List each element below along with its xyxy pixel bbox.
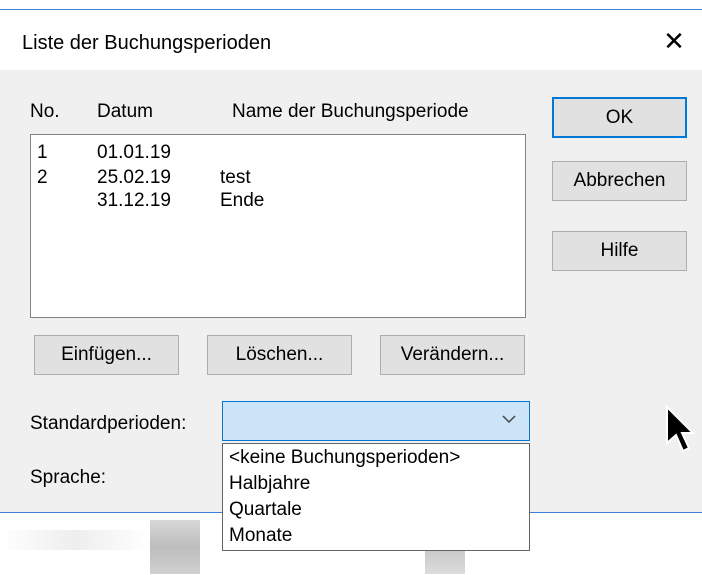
delete-button[interactable]: Löschen... [207, 335, 352, 375]
help-button[interactable]: Hilfe [552, 231, 687, 271]
edit-button[interactable]: Verändern... [380, 335, 525, 375]
chevron-down-icon[interactable] [501, 411, 517, 432]
blurred-region [150, 520, 200, 574]
ok-button[interactable]: OK [552, 97, 687, 138]
insert-button[interactable]: Einfügen... [34, 335, 179, 375]
column-header-name: Name der Buchungsperiode [232, 101, 469, 122]
window-title: Liste der Buchungsperioden [22, 32, 272, 54]
standardperioden-label: Standardperioden: [30, 413, 187, 434]
column-header-no: No. [30, 101, 60, 122]
sprache-label: Sprache: [30, 467, 107, 488]
list-item[interactable]: 1 01.01.19 [31, 142, 525, 163]
period-date: 31.12.19 [97, 190, 171, 211]
list-item[interactable]: 31.12.19 Ende [31, 190, 525, 211]
period-date: 25.02.19 [97, 167, 171, 188]
column-header-datum: Datum [97, 101, 153, 122]
cancel-button[interactable]: Abbrechen [552, 161, 687, 201]
standardperioden-dropdown-list[interactable]: <keine Buchungsperioden> Halbjahre Quart… [222, 443, 530, 551]
list-item[interactable]: 2 25.02.19 test [31, 167, 525, 188]
window-top-border [0, 0, 702, 10]
period-date: 01.01.19 [97, 142, 171, 163]
period-no: 1 [37, 142, 48, 163]
blurred-region [0, 530, 150, 550]
period-name: Ende [220, 190, 265, 211]
dropdown-option[interactable]: <keine Buchungsperioden> [229, 447, 460, 469]
period-name: test [220, 167, 251, 188]
dropdown-option[interactable]: Halbjahre [229, 473, 310, 495]
standardperioden-combobox[interactable] [222, 401, 530, 441]
period-no: 2 [37, 167, 48, 188]
dropdown-option[interactable]: Quartale [229, 499, 302, 521]
mouse-pointer-icon [665, 404, 696, 462]
close-icon[interactable]: ✕ [654, 22, 694, 62]
periods-listbox[interactable]: 1 01.01.19 2 25.02.19 test 31.12.19 Ende [30, 134, 526, 318]
dropdown-option[interactable]: Monate [229, 525, 292, 547]
dialog-window: Liste der Buchungsperioden ✕ No. Datum N… [0, 0, 702, 575]
title-bar[interactable]: Liste der Buchungsperioden ✕ [0, 10, 702, 70]
